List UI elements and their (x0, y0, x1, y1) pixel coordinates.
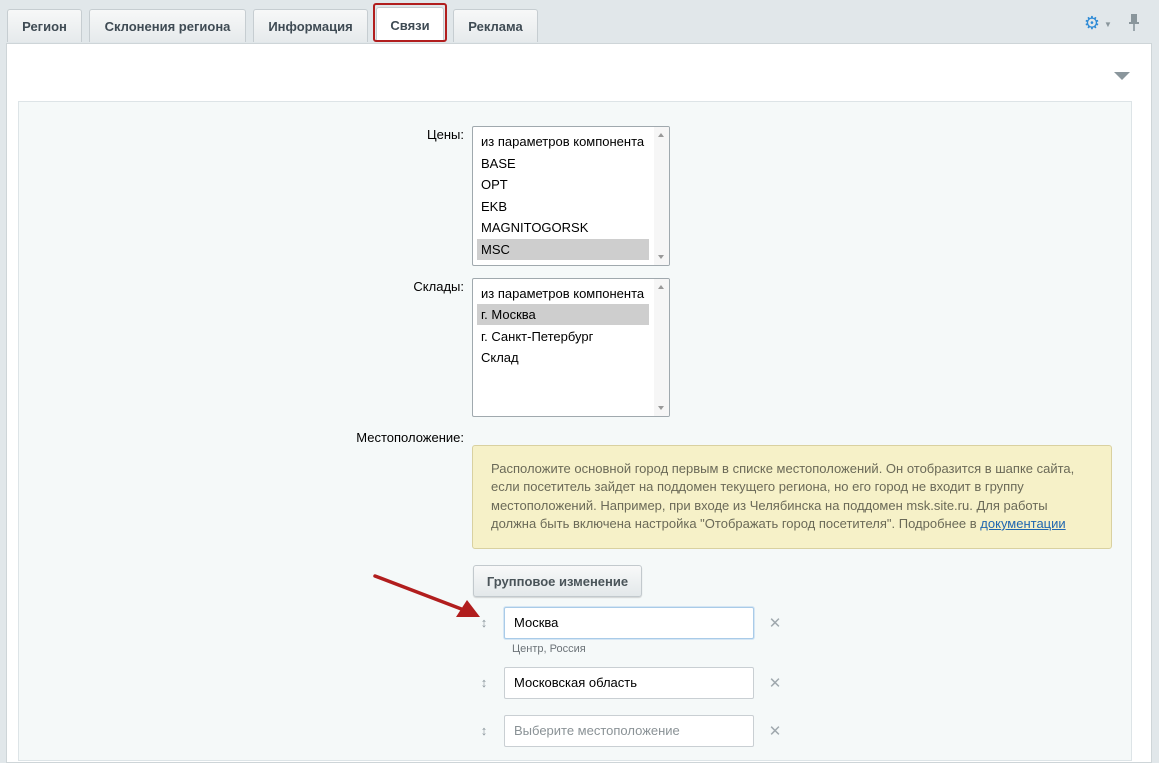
tab-region[interactable]: Регион (7, 9, 82, 42)
drag-handle-icon[interactable]: ↕ (478, 615, 490, 630)
gear-icon[interactable]: ⚙ (1083, 14, 1101, 32)
warehouses-option[interactable]: г. Санкт-Петербург (477, 326, 649, 347)
collapse-toggle-icon[interactable] (1114, 72, 1130, 80)
location-field-2[interactable]: Московская область (504, 667, 754, 699)
drag-handle-icon[interactable]: ↕ (478, 723, 490, 738)
prices-option[interactable]: BASE (477, 153, 649, 174)
prices-scrollbar[interactable] (654, 127, 669, 265)
tab-links[interactable]: Связи (376, 7, 444, 42)
prices-option[interactable]: OPT (477, 174, 649, 195)
location-info-note: Расположите основной город первым в спис… (472, 445, 1112, 549)
warehouses-option-selected[interactable]: г. Москва (477, 304, 649, 325)
warehouses-scrollbar[interactable] (654, 279, 669, 416)
documentation-link[interactable]: документации (980, 516, 1065, 531)
tab-advertising[interactable]: Реклама (453, 9, 538, 42)
location-field-1-hint: Центр, Россия (512, 643, 586, 655)
red-arrow-annotation (373, 574, 480, 617)
tab-information[interactable]: Информация (253, 9, 368, 42)
prices-listbox[interactable]: из параметров компонента BASE OPT EKB MA… (472, 126, 670, 266)
tab-region-declensions[interactable]: Склонения региона (89, 9, 246, 42)
warehouses-listbox[interactable]: из параметров компонента г. Москва г. Са… (472, 278, 670, 417)
drag-handle-icon[interactable]: ↕ (478, 675, 490, 690)
remove-icon[interactable]: ✕ (768, 674, 782, 692)
prices-option-selected[interactable]: MSC (477, 239, 649, 260)
location-field-3[interactable]: Выберите местоположение (504, 715, 754, 747)
warehouses-option[interactable]: Склад (477, 347, 649, 368)
warehouses-label: Склады: (413, 279, 464, 294)
tab-bar: Регион Склонения региона Информация Связ… (0, 0, 1159, 44)
location-field-1[interactable]: Москва (504, 607, 754, 639)
chevron-down-icon[interactable]: ▼ (1104, 20, 1112, 29)
pin-icon[interactable] (1127, 13, 1141, 33)
group-edit-button[interactable]: Групповое изменение (473, 565, 642, 597)
location-label: Местоположение: (356, 430, 464, 445)
remove-icon[interactable]: ✕ (768, 614, 782, 632)
warehouses-option[interactable]: из параметров компонента (477, 283, 649, 304)
prices-option[interactable]: MAGNITOGORSK (477, 217, 649, 238)
remove-icon[interactable]: ✕ (768, 722, 782, 740)
prices-option[interactable]: из параметров компонента (477, 131, 649, 152)
prices-label: Цены: (427, 127, 464, 142)
prices-option[interactable]: EKB (477, 196, 649, 217)
